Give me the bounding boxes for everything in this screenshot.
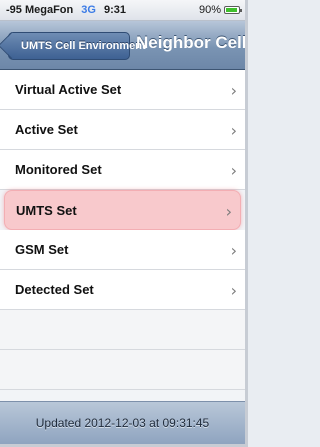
footer-toolbar: Updated 2012-12-03 at 09:31:45 xyxy=(0,401,245,444)
last-updated-label: Updated 2012-12-03 at 09:31:45 xyxy=(35,416,210,430)
carrier-label: -95 MegaFon xyxy=(6,4,74,16)
list-item-label: Virtual Active Set xyxy=(15,82,122,97)
chevron-right-icon: › xyxy=(225,202,232,221)
empty-row xyxy=(0,350,245,390)
list-item-detected-set[interactable]: Detected Set › xyxy=(0,270,245,310)
list-item-label: GSM Set xyxy=(15,242,69,257)
list-item-label: UMTS Set xyxy=(16,202,77,218)
back-button[interactable]: UMTS Cell Environment xyxy=(8,32,146,60)
chevron-right-icon: › xyxy=(230,161,237,180)
neighbor-cells-list: Virtual Active Set › Active Set › Monito… xyxy=(0,70,245,390)
chevron-right-icon: › xyxy=(230,81,237,100)
list-item-label: Detected Set xyxy=(15,282,94,297)
chevron-right-icon: › xyxy=(230,281,237,300)
list-item-label: Monitored Set xyxy=(15,162,102,177)
carrier-info: -95 MegaFon 3G xyxy=(6,4,96,16)
battery-icon xyxy=(224,6,242,14)
phone-screen: -95 MegaFon 3G 9:31 90% UMTS Cell Environ… xyxy=(0,0,248,447)
list-item-label: Active Set xyxy=(15,122,78,137)
page-title: Neighbor Cells xyxy=(136,33,248,52)
network-mode: 3G xyxy=(81,4,96,16)
navigation-bar: UMTS Cell Environment Neighbor Cells xyxy=(0,21,245,70)
back-button-label: UMTS Cell Environment xyxy=(21,40,146,52)
empty-row xyxy=(0,310,245,350)
clock: 9:31 xyxy=(104,4,127,16)
list-item-umts-set[interactable]: UMTS Set › xyxy=(4,190,241,230)
battery-percent: 90% xyxy=(198,4,221,16)
list-item-gsm-set[interactable]: GSM Set › xyxy=(0,230,245,270)
chevron-right-icon: › xyxy=(230,241,237,260)
chevron-right-icon: › xyxy=(230,121,237,140)
list-item-monitored-set[interactable]: Monitored Set › xyxy=(0,150,245,190)
list-item-virtual-active-set[interactable]: Virtual Active Set › xyxy=(0,70,245,110)
status-bar: -95 MegaFon 3G 9:31 90% xyxy=(0,0,245,21)
list-item-active-set[interactable]: Active Set › xyxy=(0,110,245,150)
